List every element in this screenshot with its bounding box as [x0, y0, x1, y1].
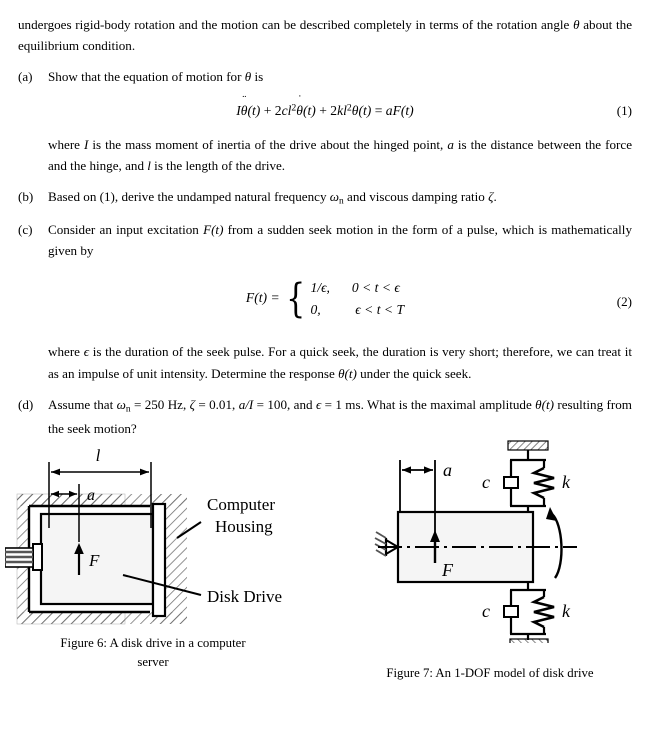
- label-length-l: l: [96, 446, 101, 465]
- question-item-a: (a) Show that the equation of motion for…: [18, 66, 632, 87]
- bottom-spring-damper-assembly: c k: [482, 582, 571, 643]
- equation-1-explanation: where I is the mass moment of inertia of…: [18, 134, 632, 176]
- equation-2-row-1: 1/ϵ, 0 < t < ϵ: [310, 280, 400, 296]
- figure-6-diagram: l a F Computer Housing Disk Drive: [5, 446, 282, 625]
- top-spring-damper-assembly: c k: [482, 440, 571, 512]
- label-damper-c-bottom: c: [482, 601, 490, 621]
- equation-2-explanation: where ϵ is the duration of the seek puls…: [18, 341, 632, 383]
- top-ground: [507, 440, 549, 451]
- figure-7-caption: Figure 7: An 1-DOF model of disk drive: [386, 666, 594, 680]
- label-disk-drive: Disk Drive: [207, 587, 282, 606]
- equation-1-wrapper: I ¨ θ(t) + 2cl2 ˙ θ(t) + 2kl2θ(t) = aF(t) (1…: [18, 92, 632, 122]
- equation-2-number: (2): [616, 294, 632, 310]
- spring-top-symbol: [530, 466, 555, 500]
- question-item-c: (c) Consider an input excitation F(t) fr…: [18, 219, 632, 261]
- figure-6-caption: Figure 6: A disk drive in a computer ser…: [8, 634, 298, 671]
- label-offset-a-fig7: a: [443, 460, 452, 480]
- equation-1: I ¨ θ(t) + 2cl2 ˙ θ(t) + 2kl2θ(t) = aF(t): [236, 92, 414, 118]
- theta-symbol: θ: [573, 17, 580, 32]
- drive-connector: [5, 543, 43, 571]
- bottom-ground: [509, 638, 549, 643]
- label-offset-a: a: [87, 487, 95, 504]
- label-force-F-fig7: F: [441, 560, 454, 580]
- question-text-d: Assume that ωn = 250 Hz, ζ = 0.01, a/I =…: [48, 396, 632, 436]
- question-label-a: (a): [18, 69, 33, 85]
- document-page: undergoes rigid-body rotation and the mo…: [0, 0, 650, 735]
- disk-drive-mount-plate: [151, 502, 167, 618]
- question-label-b: (b): [18, 189, 34, 205]
- rotation-arrowhead: [546, 507, 557, 521]
- equation-2-lhs: F(t) =: [245, 290, 280, 306]
- equation-1-number: (1): [616, 102, 632, 118]
- equation-2-wrapper: F(t) = { 1/ϵ, 0 < t < ϵ 0, ϵ < t < T (2): [18, 273, 632, 329]
- damper-top-symbol: [503, 471, 519, 489]
- figures-area: l a F Computer Housing Disk Drive a F c …: [0, 440, 650, 735]
- spring-bottom-symbol: [530, 595, 555, 629]
- figure-6-caption-line1: Figure 6: A disk drive in a computer: [60, 636, 246, 650]
- piecewise-brace: {: [286, 275, 306, 322]
- body-text: undergoes rigid-body rotation and the mo…: [18, 14, 632, 448]
- question-item-b: (b) Based on (1), derive the undamped na…: [18, 186, 632, 210]
- equation-1-explanation-text: where I is the mass moment of inertia of…: [48, 136, 633, 173]
- equation-2: F(t) = { 1/ϵ, 0 < t < ϵ 0, ϵ < t < T: [18, 277, 632, 321]
- equation-2-row-2: 0, ϵ < t < T: [310, 302, 405, 318]
- question-item-d: (d) Assume that ωn = 250 Hz, ζ = 0.01, a…: [18, 394, 632, 439]
- label-force-F: F: [88, 551, 100, 570]
- equation-2-explanation-text: where ϵ is the duration of the seek puls…: [48, 344, 632, 381]
- question-text-b: Based on (1), derive the undamped natura…: [48, 189, 497, 207]
- figure-7-diagram: a F c k c k: [374, 440, 577, 643]
- label-spring-k-top: k: [562, 472, 571, 492]
- label-computer-housing-line2: Housing: [215, 517, 273, 536]
- label-computer-housing-line1: Computer: [207, 495, 275, 514]
- hinge-support: [374, 531, 400, 557]
- question-text-a: Show that the equation of motion for θ i…: [48, 69, 264, 85]
- question-label-c: (c): [18, 221, 33, 237]
- label-damper-c-top: c: [482, 472, 490, 492]
- question-text-c: Consider an input excitation F(t) from a…: [48, 221, 632, 259]
- figure-6-caption-line2: server: [137, 654, 169, 669]
- question-label-d: (d): [18, 396, 34, 412]
- label-spring-k-bottom: k: [562, 601, 571, 621]
- damper-bottom-symbol: [503, 600, 519, 618]
- intro-paragraph: undergoes rigid-body rotation and the mo…: [18, 17, 633, 54]
